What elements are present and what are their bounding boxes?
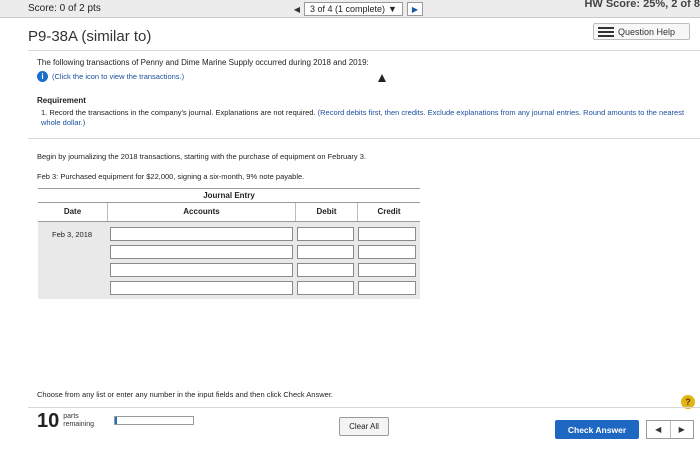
progress-fill [115,417,117,424]
account-select[interactable] [109,281,293,295]
mouse-cursor-icon [378,74,386,82]
account-select[interactable] [109,263,293,277]
transaction-text: Feb 3: Purchased equipment for $22,000, … [37,172,305,181]
divider [28,50,700,51]
row-date: Feb 3, 2018 [52,229,93,239]
question-help-button[interactable]: Question Help [593,23,690,40]
journal-entry-table: Journal Entry Date Accounts Debit Credit… [38,188,420,299]
table-row: Feb 3, 2018 [38,225,420,243]
debit-input[interactable] [296,281,355,295]
question-help-label: Question Help [618,26,676,37]
instruction-text: Choose from any list or enter any number… [37,390,333,399]
journal-rows: Feb 3, 2018 [38,222,420,299]
account-select[interactable] [109,227,293,241]
parts-label-line1: parts [63,413,79,420]
question-pager: ◀ ▶ [646,420,694,439]
requirement-text: 1. Record the transactions in the compan… [41,108,696,128]
intro-text: The following transactions of Penny and … [37,58,369,67]
parts-label: parts remaining [63,413,94,431]
info-link-text: (Click the icon to view the transactions… [52,72,185,81]
parts-remaining: 10 parts remaining [37,411,94,431]
parts-count: 10 [37,410,60,432]
previous-arrow-icon[interactable]: ◀ [647,421,671,438]
question-counter-label: 3 of 4 (1 complete) [310,4,386,14]
score-text: Score: 0 of 2 pts [28,3,101,14]
journal-title: Journal Entry [38,188,420,203]
credit-input[interactable] [358,245,417,259]
chevron-down-icon: ▼ [388,4,397,14]
top-bar: Score: 0 of 2 pts ◀ 3 of 4 (1 complete) … [0,0,700,18]
hw-score-text: HW Score: 25%, 2 of 8 [584,0,700,10]
debit-input[interactable] [296,245,355,259]
requirement-main: 1. Record the transactions in the compan… [41,108,316,117]
column-header-debit: Debit [296,203,358,221]
column-header-date: Date [38,203,108,221]
next-question-button[interactable]: ▶ [406,2,423,16]
divider [28,138,700,139]
info-icon[interactable]: i [37,71,48,82]
question-title: P9-38A (similar to) [28,28,152,45]
column-header-credit: Credit [377,207,401,216]
previous-question-icon[interactable]: ◀ [290,2,304,16]
table-row [38,243,420,261]
column-header-accounts: Accounts [108,203,296,221]
next-arrow-icon[interactable]: ▶ [671,421,694,438]
clear-all-button[interactable]: Clear All [339,417,389,436]
progress-bar [114,416,194,425]
list-icon [598,26,614,37]
begin-text: Begin by journalizing the 2018 transacti… [37,152,366,161]
requirement-heading: Requirement [37,96,86,105]
check-answer-button[interactable]: Check Answer [555,420,639,439]
account-select[interactable] [109,245,293,259]
table-row [38,261,420,279]
debit-input[interactable] [296,227,355,241]
info-link-row[interactable]: i (Click the icon to view the transactio… [37,71,184,82]
divider [28,407,700,408]
question-navigator: ◀ 3 of 4 (1 complete) ▼ ▶ [290,0,423,18]
question-counter-dropdown[interactable]: 3 of 4 (1 complete) ▼ [304,2,403,16]
credit-input[interactable] [358,281,417,295]
credit-input[interactable] [358,263,417,277]
credit-input[interactable] [358,227,417,241]
parts-label-line2: remaining [63,421,94,428]
journal-header-row: Date Accounts Debit Credit [38,203,420,222]
debit-input[interactable] [296,263,355,277]
table-row [38,279,420,297]
